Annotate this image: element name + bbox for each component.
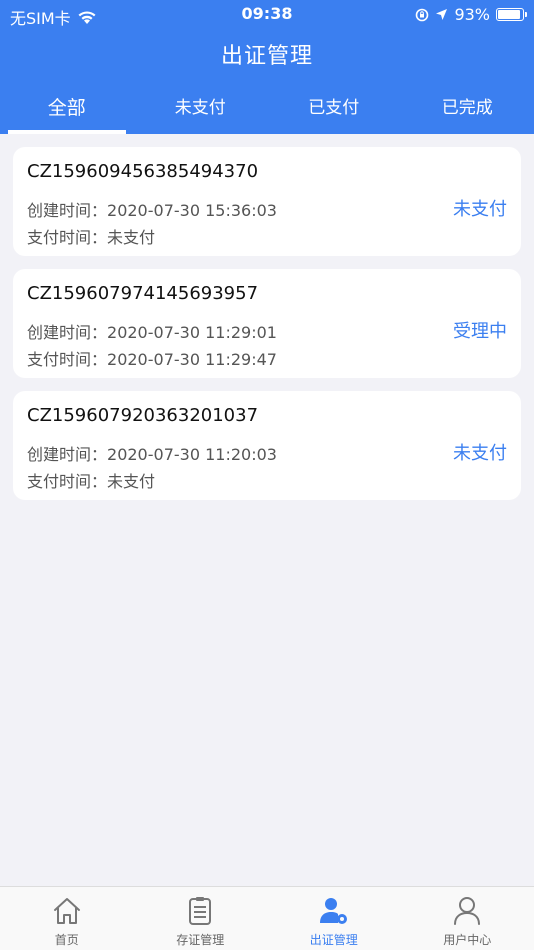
paid-time-label: 支付时间： [27, 472, 108, 491]
tabbar-label: 用户中心 [443, 933, 492, 947]
tab-paid[interactable]: 已支付 [267, 88, 401, 134]
battery-icon [496, 8, 527, 21]
home-icon [53, 898, 80, 924]
tab-completed[interactable]: 已完成 [401, 88, 534, 134]
page-title: 出证管理 [220, 44, 313, 69]
order-status: 受理中 [453, 321, 507, 342]
order-status: 未支付 [453, 443, 507, 464]
created-time-value: 2020-07-30 11:29:01 [107, 323, 277, 342]
user-gear-icon [319, 898, 347, 924]
paid-time-value: 2020-07-30 11:29:47 [107, 350, 277, 369]
battery-percent: 93% [454, 5, 490, 24]
clipboard-icon [189, 897, 212, 925]
tab-all[interactable]: 全部 [0, 88, 134, 134]
location-arrow-icon [436, 9, 448, 20]
tabbar-user-center[interactable]: 用户中心 [401, 887, 534, 950]
tabbar-label: 存证管理 [176, 933, 225, 947]
tabbar-evidence[interactable]: 存证管理 [134, 887, 268, 950]
battery-fill [498, 10, 521, 19]
bottom-tab-bar: 首页 存证管理 出证管理 用户中心 [0, 886, 534, 950]
paid-time-value: 未支付 [107, 228, 156, 247]
tabbar-label: 首页 [54, 933, 79, 947]
created-time-label: 创建时间： [27, 445, 108, 464]
order-list: CZ159609456385494370 创建时间：2020-07-30 15:… [13, 147, 521, 513]
created-time-label: 创建时间： [27, 201, 108, 220]
created-time-value: 2020-07-30 11:20:03 [107, 445, 277, 464]
paid-time-label: 支付时间： [27, 350, 108, 369]
user-icon [454, 897, 481, 925]
tabbar-home[interactable]: 首页 [0, 887, 134, 950]
order-id: CZ159607920363201037 [27, 405, 259, 426]
tabbar-label: 出证管理 [309, 933, 358, 947]
filter-tabs: 全部 未支付 已支付 已完成 [0, 88, 534, 134]
tabbar-certificate[interactable]: 出证管理 [267, 887, 401, 950]
order-status: 未支付 [453, 199, 507, 220]
status-bar: 无SIM卡 09:38 93% [0, 0, 534, 28]
tab-unpaid[interactable]: 未支付 [134, 88, 268, 134]
order-id: CZ159607974145693957 [27, 283, 259, 304]
header: 无SIM卡 09:38 93% 出证管理 全部 未支付 已支付 已完成 [0, 0, 534, 134]
order-id: CZ159609456385494370 [27, 161, 259, 182]
order-card[interactable]: CZ159607974145693957 创建时间：2020-07-30 11:… [13, 269, 521, 378]
created-time-value: 2020-07-30 15:36:03 [107, 201, 277, 220]
order-card[interactable]: CZ159609456385494370 创建时间：2020-07-30 15:… [13, 147, 521, 256]
paid-time-value: 未支付 [107, 472, 156, 491]
orientation-lock-icon [416, 8, 429, 21]
created-time-label: 创建时间： [27, 323, 108, 342]
order-card[interactable]: CZ159607920363201037 创建时间：2020-07-30 11:… [13, 391, 521, 500]
paid-time-label: 支付时间： [27, 228, 108, 247]
